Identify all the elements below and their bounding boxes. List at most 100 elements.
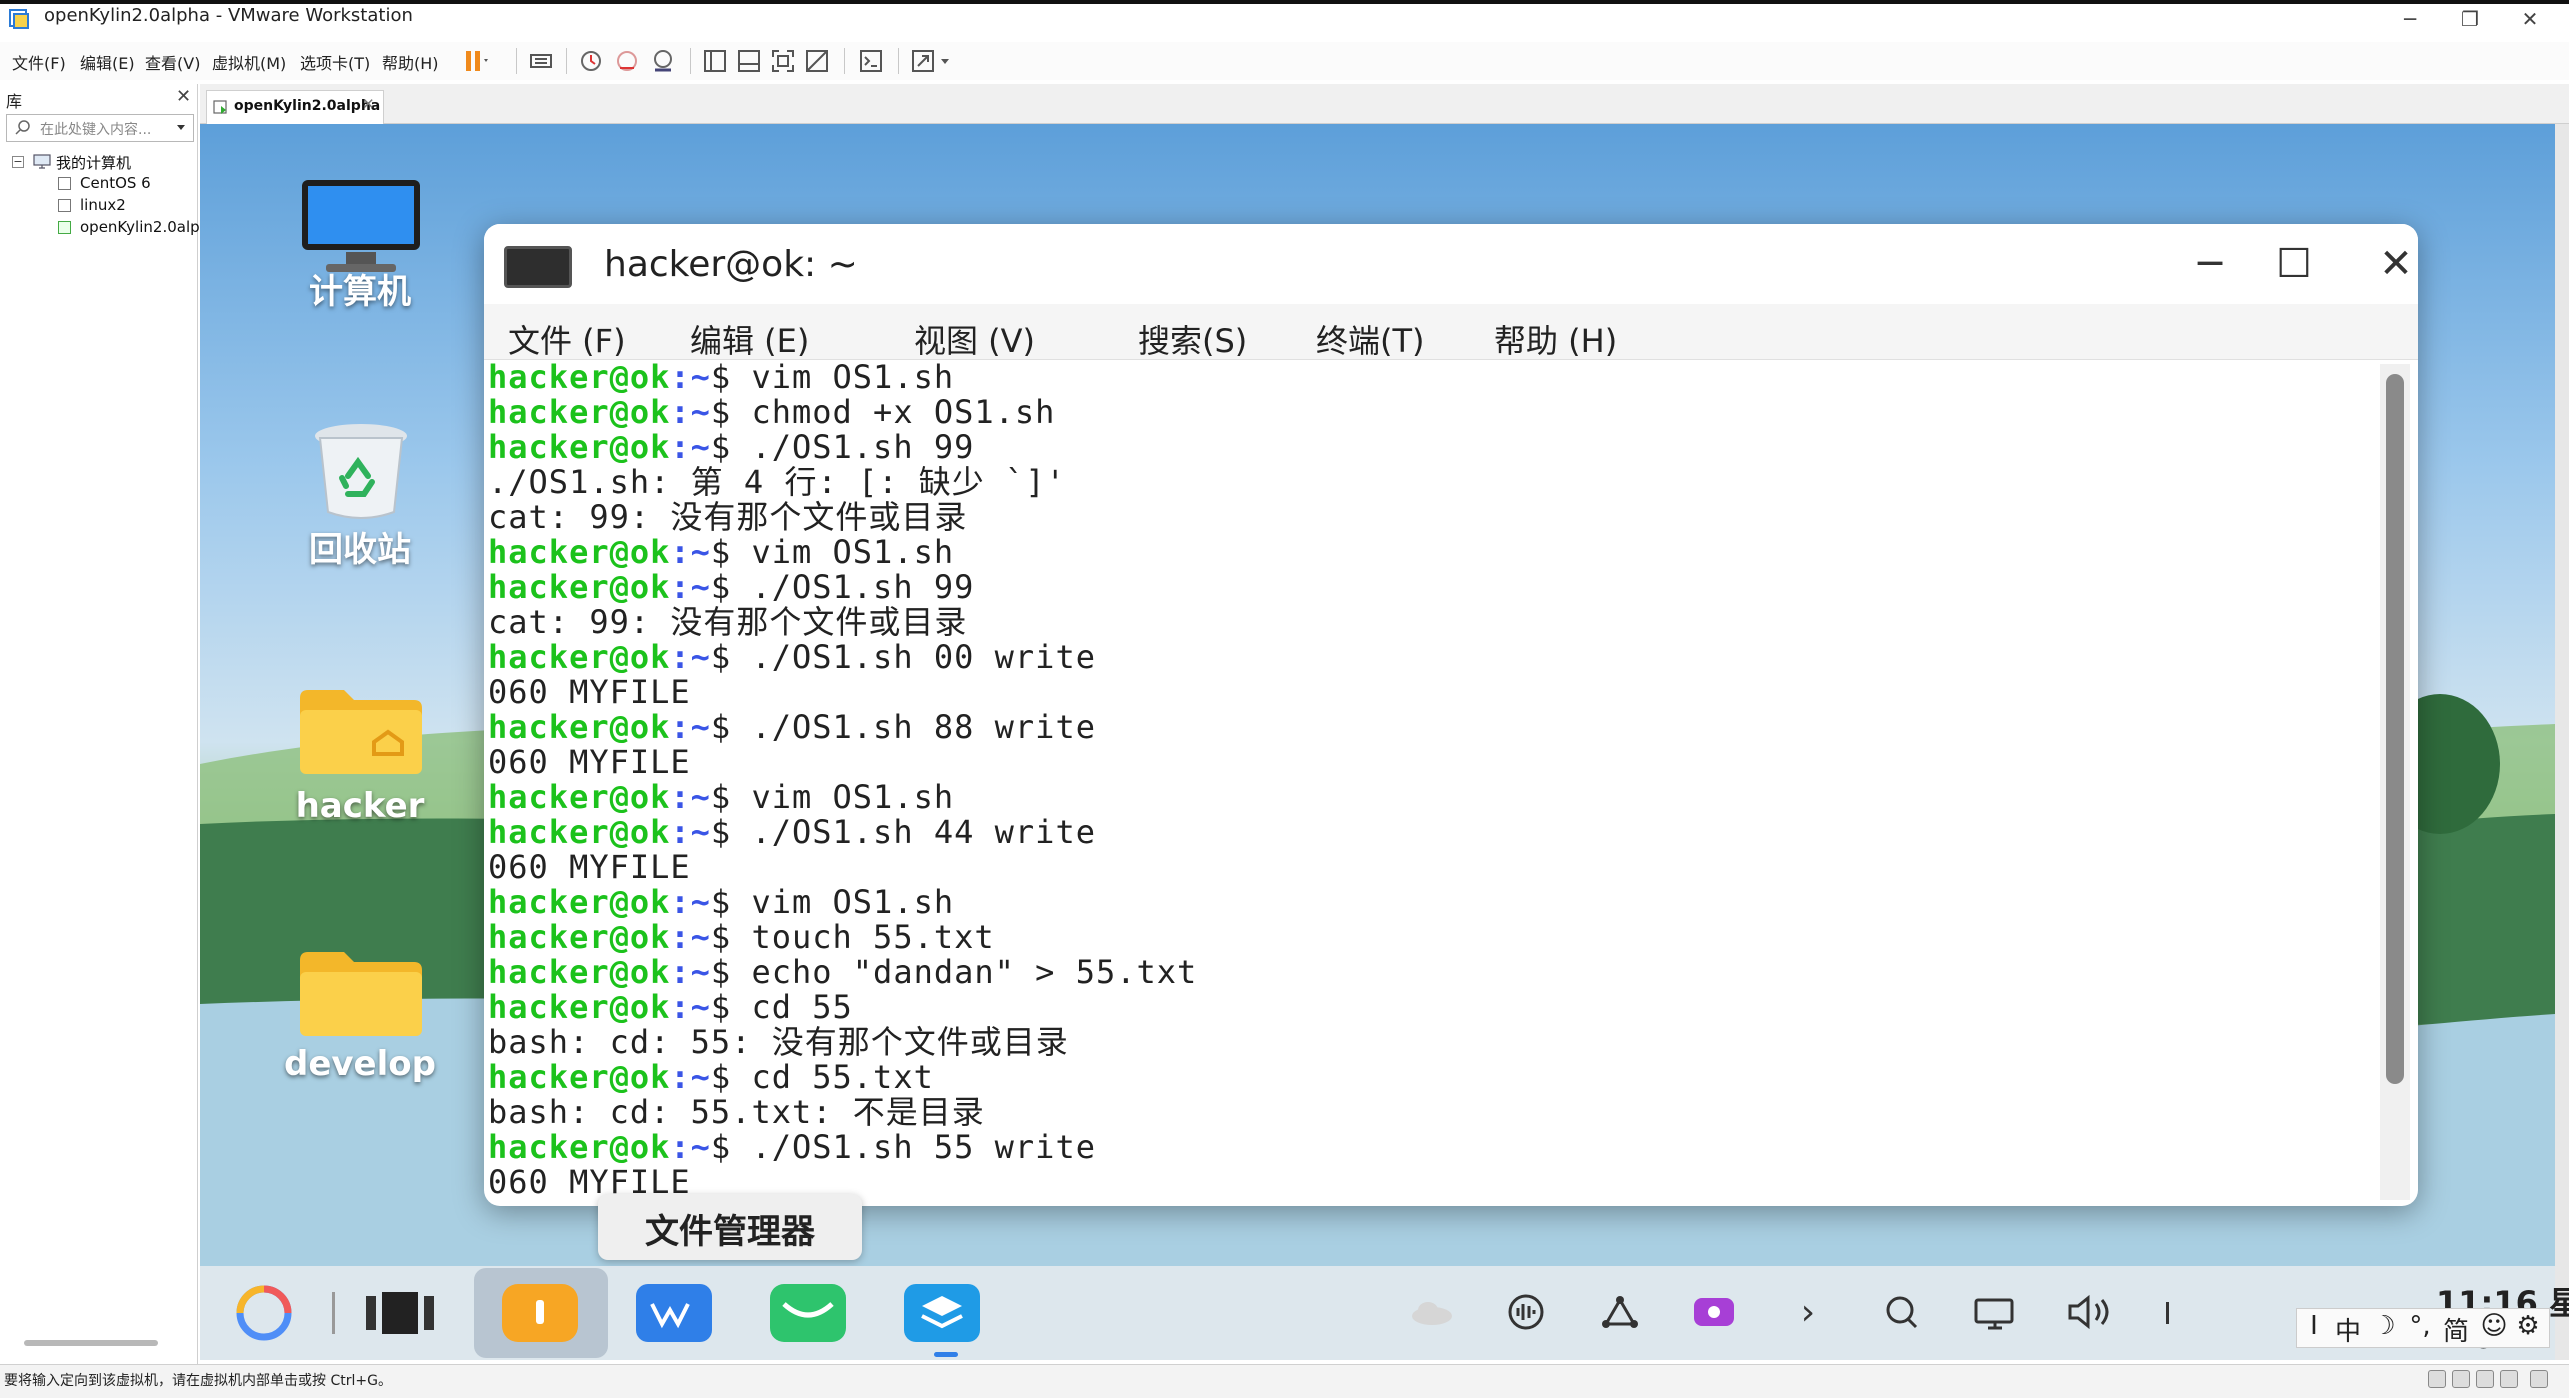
tree-collapse-toggle[interactable]: − xyxy=(12,156,24,168)
snapshot-manager-icon[interactable] xyxy=(648,46,678,76)
prompt-path: :~ xyxy=(670,918,711,956)
library-search-placeholder: 在此处键入内容... xyxy=(40,122,152,138)
prompt-path: :~ xyxy=(670,988,711,1026)
network-share-icon[interactable] xyxy=(1592,1292,1648,1332)
menu-view[interactable]: 查看(V) xyxy=(145,50,200,74)
screen-record-icon[interactable] xyxy=(1686,1292,1742,1332)
ime-chinese-mode[interactable]: 中 xyxy=(2331,1311,2365,1348)
emoji-icon[interactable]: ☺ xyxy=(2477,1311,2511,1341)
tree-item-openkylin[interactable]: openKylin2.0alp xyxy=(80,218,200,236)
ime-handle[interactable]: I xyxy=(2297,1311,2331,1341)
search-icon[interactable] xyxy=(1874,1292,1930,1332)
tree-item-linux2[interactable]: linux2 xyxy=(80,196,126,214)
prompt-path: :~ xyxy=(670,883,711,921)
terminal-menu-help[interactable]: 帮助 (H) xyxy=(1494,316,1617,362)
terminal-command-line: hacker@ok:~$ vim OS1.sh xyxy=(488,360,2368,395)
terminal-command-line: hacker@ok:~$ touch 55.txt xyxy=(488,920,2368,955)
menu-tabs[interactable]: 选项卡(T) xyxy=(300,50,370,74)
terminal-minimize-button[interactable]: ─ xyxy=(2178,238,2242,290)
volume-icon[interactable] xyxy=(2062,1292,2118,1332)
ime-simplified[interactable]: 简 xyxy=(2439,1311,2473,1348)
menu-edit[interactable]: 编辑(E) xyxy=(80,50,135,74)
terminal-output[interactable]: hacker@ok:~$ vim OS1.sh hacker@ok:~$ chmo… xyxy=(488,360,2368,1206)
ime-punctuation[interactable]: °, xyxy=(2403,1311,2437,1341)
start-menu-icon[interactable] xyxy=(224,1282,304,1344)
mail-icon[interactable] xyxy=(768,1282,848,1344)
multitask-view-icon[interactable] xyxy=(360,1282,440,1344)
desktop-icon-label[interactable]: 计算机 xyxy=(250,264,470,313)
trash-icon[interactable] xyxy=(306,420,416,520)
tree-item-centos6[interactable]: CentOS 6 xyxy=(80,174,151,192)
terminal-output-line: cat: 99: 没有那个文件或目录 xyxy=(488,603,968,641)
prompt-symbol: $ xyxy=(710,568,752,606)
library-close-button[interactable]: ✕ xyxy=(176,86,191,107)
desktop-icon-label[interactable]: 回收站 xyxy=(250,522,470,571)
send-keys-icon[interactable] xyxy=(526,46,556,76)
menu-vm[interactable]: 虚拟机(M) xyxy=(212,50,286,74)
restore-button[interactable]: ❐ xyxy=(2440,2,2500,36)
terminal-scroll-thumb[interactable] xyxy=(2386,374,2404,1084)
command-text: ./OS1.sh 55 write xyxy=(751,1128,1096,1166)
prompt-path: :~ xyxy=(670,778,711,816)
close-window-button[interactable]: ✕ xyxy=(2500,2,2560,36)
stretch-guest-icon[interactable] xyxy=(908,46,938,76)
prompt-user: hacker@ok xyxy=(488,638,671,676)
thumbnail-bar-icon[interactable] xyxy=(734,46,764,76)
chevron-down-icon[interactable] xyxy=(940,58,950,66)
terminal-menu-search[interactable]: 搜索(S) xyxy=(1138,316,1247,362)
fullscreen-icon[interactable] xyxy=(768,46,798,76)
sound-icon[interactable] xyxy=(2500,1370,2518,1388)
usb-icon[interactable] xyxy=(2476,1370,2494,1388)
terminal-maximize-button[interactable]: ☐ xyxy=(2262,238,2326,290)
snapshot-icon[interactable] xyxy=(576,46,606,76)
unity-mode-icon[interactable] xyxy=(802,46,832,76)
prompt-user: hacker@ok xyxy=(488,1058,671,1096)
revert-snapshot-icon[interactable] xyxy=(612,46,642,76)
terminal-menu-view[interactable]: 视图 (V) xyxy=(914,316,1035,362)
prompt-symbol: $ xyxy=(710,813,752,851)
minimize-button[interactable]: ─ xyxy=(2380,2,2440,36)
hdd-icon[interactable] xyxy=(2428,1370,2446,1388)
moon-icon[interactable]: ☽ xyxy=(2367,1311,2401,1341)
voice-icon[interactable] xyxy=(1498,1292,1554,1332)
gear-icon[interactable]: ⚙ xyxy=(2511,1311,2545,1341)
library-scrollbar[interactable] xyxy=(24,1340,158,1346)
prompt-user: hacker@ok xyxy=(488,1128,671,1166)
desktop-icon-label[interactable]: develop xyxy=(250,1044,470,1084)
prompt-user: hacker@ok xyxy=(488,360,671,396)
terminal-command-line: hacker@ok:~$ echo "dandan" > 55.txt xyxy=(488,955,2368,990)
expand-icon[interactable]: › xyxy=(1780,1292,1836,1333)
tab-close-button[interactable]: ✕ xyxy=(362,95,375,113)
message-icon[interactable] xyxy=(2530,1370,2548,1388)
folder-icon[interactable] xyxy=(296,946,426,1042)
terminal-command-line: hacker@ok:~$ ./OS1.sh 44 write xyxy=(488,815,2368,850)
home-folder-icon[interactable] xyxy=(296,684,426,780)
network-icon[interactable] xyxy=(1968,1292,2024,1332)
cloud-icon[interactable] xyxy=(1404,1292,1460,1332)
command-text: ./OS1.sh 44 write xyxy=(751,813,1096,851)
terminal-window[interactable]: hacker@ok: ~ ─ ☐ ✕ 文件 (F) 编辑 (E) 视图 (V) … xyxy=(484,224,2418,1206)
wps-office-icon[interactable] xyxy=(634,1282,714,1344)
software-store-icon[interactable] xyxy=(902,1282,982,1344)
desktop-icon-label[interactable]: hacker xyxy=(250,786,470,826)
menu-file[interactable]: 文件(F) xyxy=(12,50,66,74)
vm-icon xyxy=(58,199,71,212)
sidebar-toggle-icon[interactable] xyxy=(700,46,730,76)
prompt-path: :~ xyxy=(670,533,711,571)
prompt-symbol: $ xyxy=(710,708,752,746)
terminal-menu-edit[interactable]: 编辑 (E) xyxy=(690,316,809,362)
network-adapter-icon[interactable] xyxy=(2452,1370,2470,1388)
pause-icon[interactable] xyxy=(460,46,490,76)
prompt-path: :~ xyxy=(670,1128,711,1166)
file-manager-icon[interactable] xyxy=(500,1282,580,1344)
prompt-user: hacker@ok xyxy=(488,778,671,816)
console-view-icon[interactable] xyxy=(856,46,886,76)
terminal-menu-terminal[interactable]: 终端(T) xyxy=(1316,316,1425,362)
menu-help[interactable]: 帮助(H) xyxy=(382,50,439,74)
terminal-close-button[interactable]: ✕ xyxy=(2364,238,2418,290)
chevron-down-icon[interactable] xyxy=(176,124,186,132)
command-text: cd 55.txt xyxy=(751,1058,934,1096)
vm-running-icon xyxy=(58,221,71,234)
terminal-menu-file[interactable]: 文件 (F) xyxy=(508,316,626,362)
tree-item-my-computer[interactable]: 我的计算机 xyxy=(56,152,131,173)
